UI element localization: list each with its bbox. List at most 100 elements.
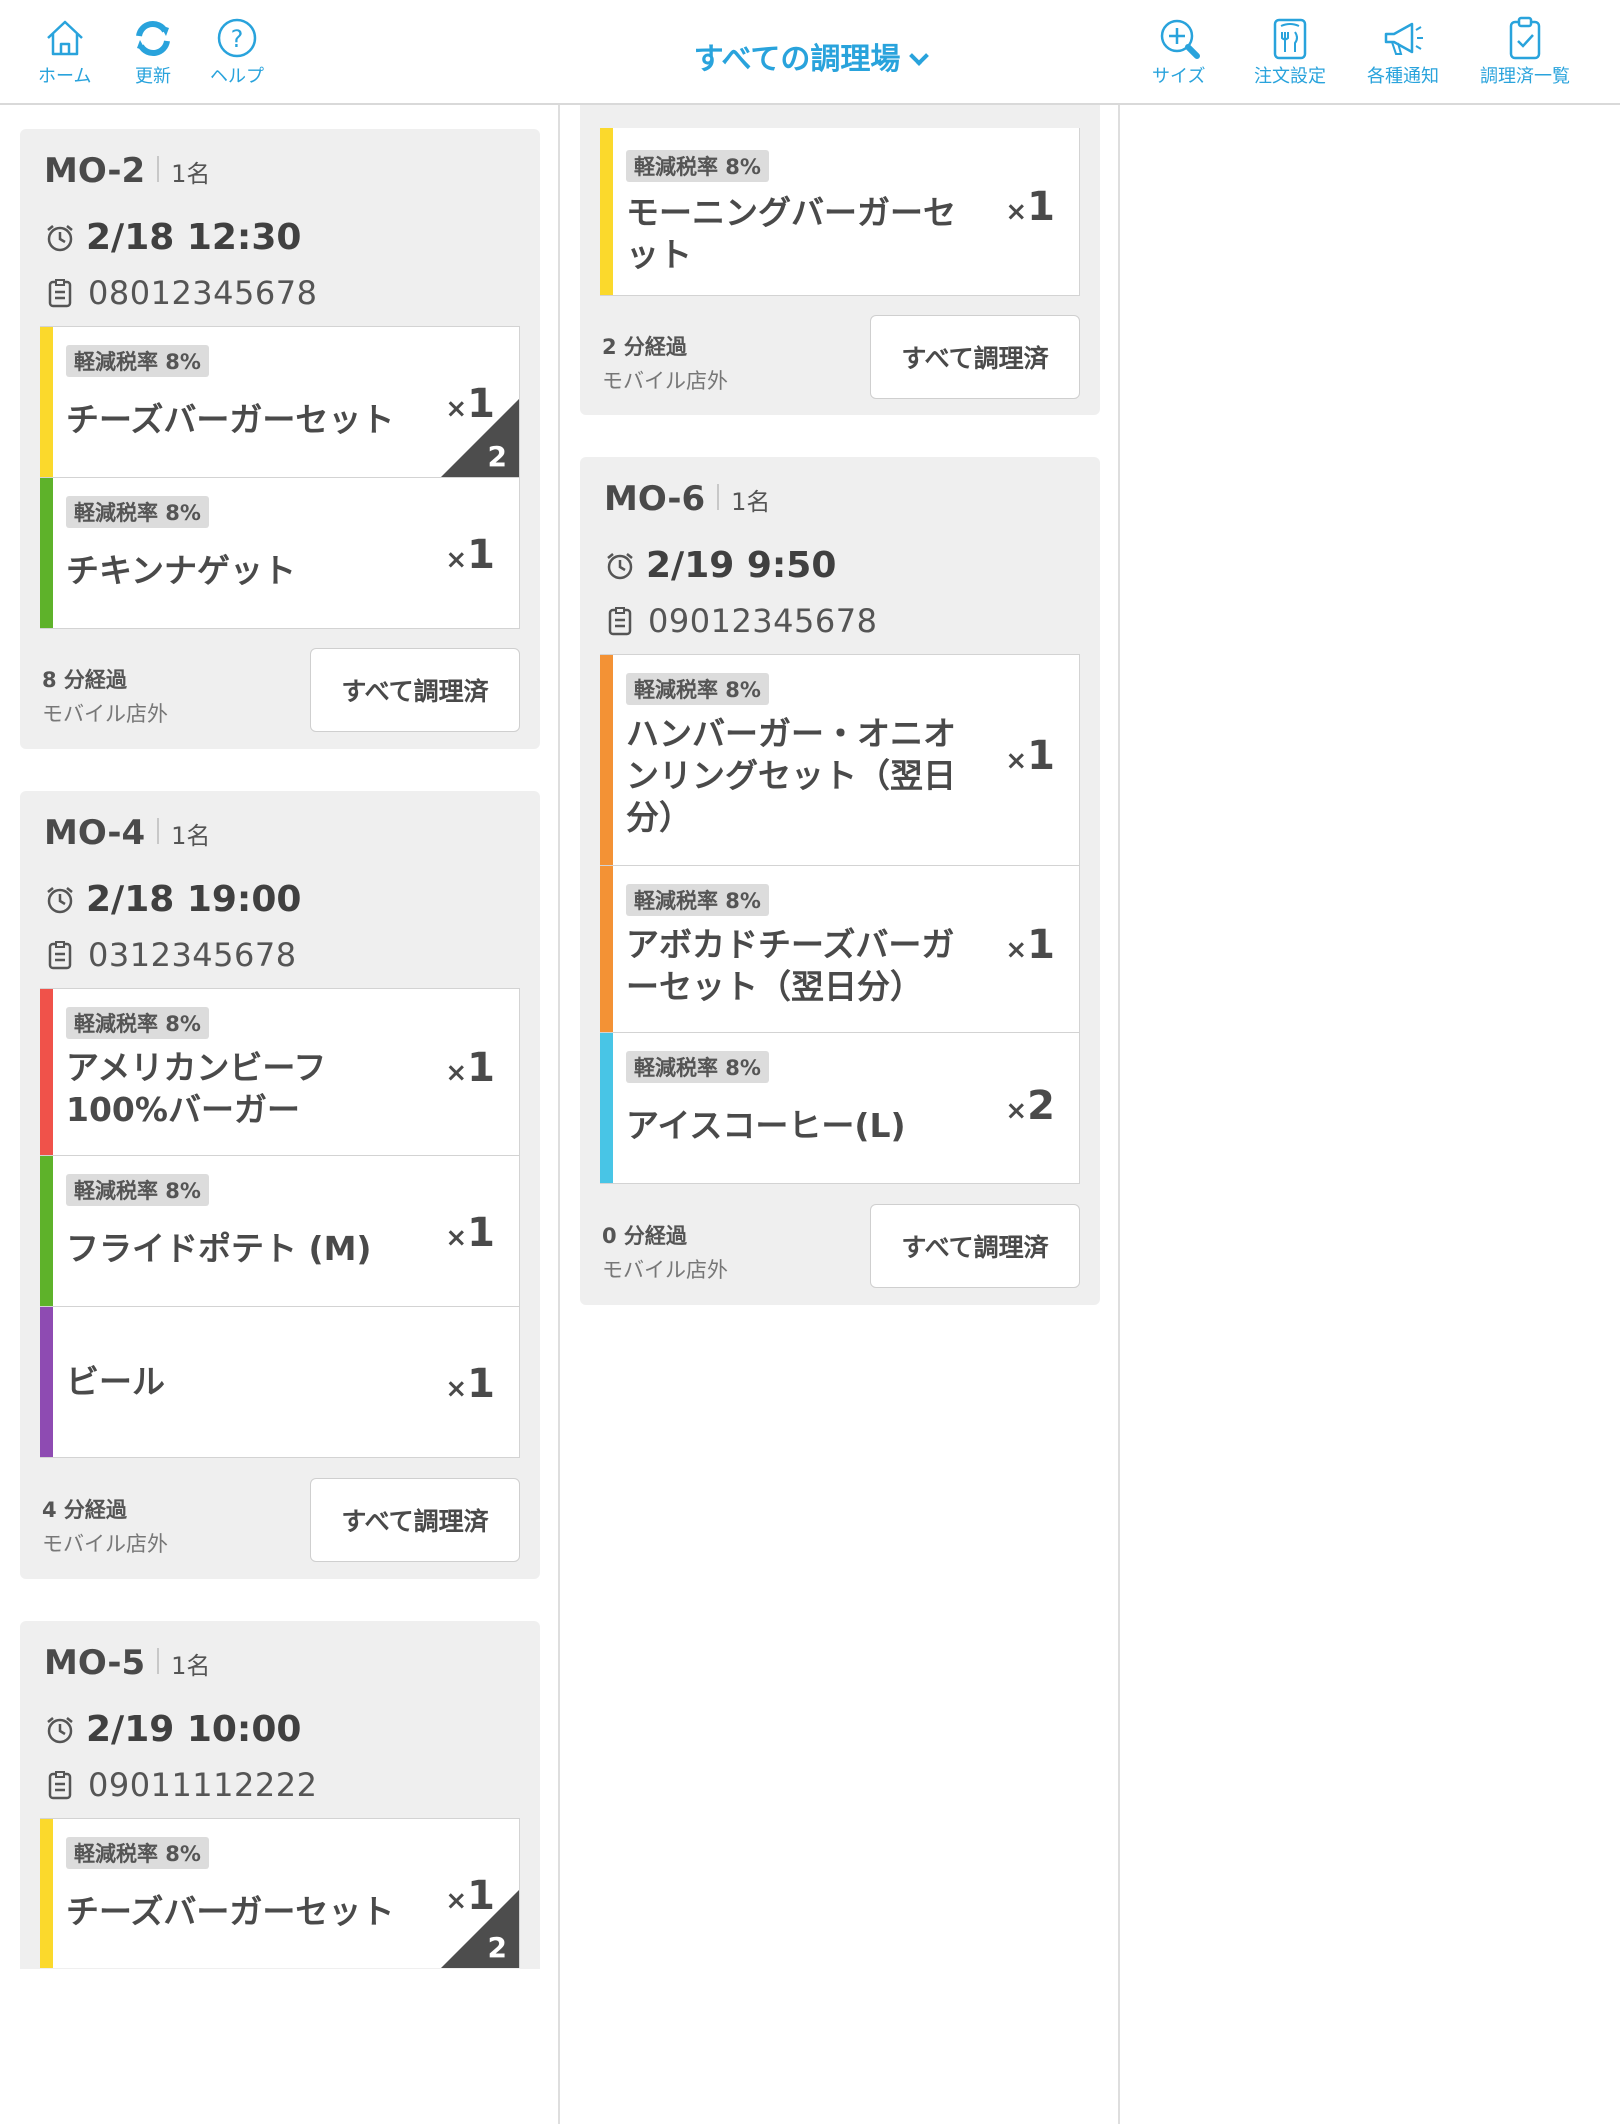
item-quantity: ×1 (445, 1210, 495, 1256)
order-footer: 4 分経過 モバイル店外 すべて調理済 (40, 1478, 520, 1564)
tax-badge: 軽減税率 8% (66, 1174, 209, 1206)
order-item[interactable]: ビール ×1 (40, 1306, 520, 1458)
megaphone-icon (1384, 22, 1423, 55)
item-quantity: ×1 (1005, 733, 1055, 779)
mark-all-cooked-button[interactable]: すべて調理済 (310, 1478, 520, 1562)
mark-all-cooked-button[interactable]: すべて調理済 (310, 648, 520, 732)
tax-badge: 軽減税率 8% (626, 150, 769, 182)
order-item[interactable]: 軽減税率 8% チーズバーガーセット ×1 2 (40, 1818, 520, 1968)
guest-count: 1名 (731, 488, 771, 516)
order-item[interactable]: 軽減税率 8% チキンナゲット ×1 (40, 477, 520, 629)
phone-number: 09012345678 (648, 602, 878, 640)
tax-badge: 軽減税率 8% (626, 1051, 769, 1083)
order-number: MO-5 (44, 1643, 146, 1683)
tax-badge: 軽減税率 8% (626, 884, 769, 916)
alarm-clock-icon (47, 886, 73, 913)
notifications-label: 各種通知 (1367, 66, 1439, 87)
order-channel: モバイル店外 (42, 1532, 168, 1556)
clipboard-icon (48, 941, 72, 970)
elapsed-time: 8 分経過 (42, 668, 127, 692)
elapsed-time: 4 分経過 (42, 1498, 127, 1522)
category-color-bar (40, 327, 53, 477)
mark-all-cooked-button[interactable]: すべて調理済 (870, 315, 1080, 399)
elapsed-time: 2 分経過 (602, 335, 687, 359)
item-quantity: ×2 (1005, 1083, 1055, 1129)
chevron-down-icon (909, 46, 930, 66)
order-phone-row: 09012345678 (604, 602, 877, 640)
order-card-mo-5: MO-5 1名 2/19 10:00 09011112222 軽減税率 8% チ… (20, 1621, 540, 1969)
notifications-button[interactable]: 各種通知 (1367, 16, 1439, 88)
alarm-clock-icon (607, 552, 633, 579)
order-time-row: 2/19 9:50 (604, 545, 836, 586)
item-name: アボカドチーズバーガーセット（翌日分） (626, 925, 955, 1006)
mark-all-cooked-button[interactable]: すべて調理済 (870, 1204, 1080, 1288)
phone-number: 09011112222 (88, 1766, 318, 1804)
item-list: 軽減税率 8% チーズバーガーセット ×1 2 (40, 1818, 520, 1968)
clipboard-check-icon (1509, 16, 1541, 60)
item-quantity: ×1 (445, 1361, 495, 1407)
item-name: ハンバーガー・オニオンリングセット（翌日分） (626, 714, 956, 837)
tax-badge: 軽減税率 8% (66, 345, 209, 377)
item-list: 軽減税率 8% チーズバーガーセット ×1 2 軽減税率 8% チキンナゲット … (40, 326, 520, 629)
item-name: モーニングバーガーセット (626, 193, 956, 274)
order-header: MO-5 1名 (44, 1643, 210, 1683)
size-button[interactable]: サイズ (1152, 16, 1205, 88)
guest-count: 1名 (171, 1652, 211, 1680)
order-item[interactable]: 軽減税率 8% モーニングバーガーセット ×1 (600, 128, 1080, 296)
order-card-mo-4: MO-4 1名 2/18 19:00 0312345678 軽減税率 8% アメ… (20, 791, 540, 1579)
order-time-row: 2/19 10:00 (44, 1709, 301, 1750)
order-card-mo-2: MO-2 1名 2/18 12:30 08012345678 軽減税率 8% チ… (20, 129, 540, 749)
category-color-bar (600, 866, 613, 1032)
divider (157, 818, 160, 844)
top-toolbar: ホーム 更新 ? ヘルプ すべての調理場 サイズ 注文設定 各種通知 調理済一覧 (0, 0, 1620, 105)
order-channel: モバイル店外 (602, 369, 728, 393)
order-item[interactable]: 軽減税率 8% アボカドチーズバーガーセット（翌日分） ×1 (600, 865, 1080, 1033)
column-divider (558, 105, 560, 2124)
item-quantity: ×1 (1005, 922, 1055, 968)
item-name: ビール (66, 1362, 165, 1401)
order-time: 2/19 9:50 (646, 545, 837, 586)
order-footer: 2 分経過 モバイル店外 すべて調理済 (600, 315, 1080, 401)
kitchen-selector-label: すべての調理場 (693, 42, 901, 77)
category-color-bar (40, 1307, 53, 1457)
divider (717, 484, 720, 510)
item-list: 軽減税率 8% アメリカンビーフ100%バーガー ×1 軽減税率 8% フライド… (40, 988, 520, 1458)
tax-badge: 軽減税率 8% (66, 1837, 209, 1869)
order-item[interactable]: 軽減税率 8% ハンバーガー・オニオンリングセット（翌日分） ×1 (600, 654, 1080, 866)
order-item[interactable]: 軽減税率 8% フライドポテト (M) ×1 (40, 1155, 520, 1307)
order-number: MO-2 (44, 151, 146, 191)
item-name: アメリカンビーフ100%バーガー (66, 1048, 327, 1129)
cooked-list-label: 調理済一覧 (1480, 66, 1570, 87)
item-list: 軽減税率 8% モーニングバーガーセット ×1 (600, 128, 1080, 296)
order-number: MO-4 (44, 813, 146, 853)
order-header: MO-6 1名 (604, 479, 770, 519)
clipboard-icon (608, 607, 632, 636)
item-name: チーズバーガーセット (66, 1892, 395, 1931)
order-footer: 0 分経過 モバイル店外 すべて調理済 (600, 1204, 1080, 1290)
divider (157, 1648, 160, 1674)
elapsed-time: 0 分経過 (602, 1224, 687, 1248)
alarm-clock-icon (47, 1716, 73, 1743)
clipboard-icon (48, 279, 72, 308)
tax-badge: 軽減税率 8% (66, 496, 209, 528)
item-name: アイスコーヒー(L) (626, 1106, 906, 1145)
order-item[interactable]: 軽減税率 8% アイスコーヒー(L) ×2 (600, 1032, 1080, 1184)
order-card-continued: 軽減税率 8% モーニングバーガーセット ×1 2 分経過 モバイル店外 すべて… (580, 105, 1100, 415)
order-time: 2/18 12:30 (86, 217, 302, 258)
guest-count: 1名 (171, 822, 211, 850)
menu-settings-icon (1273, 18, 1307, 60)
category-color-bar (40, 1819, 53, 1968)
phone-number: 0312345678 (88, 936, 297, 974)
phone-number: 08012345678 (88, 274, 318, 312)
corner-badge (441, 399, 519, 477)
alarm-clock-icon (47, 224, 73, 251)
order-header: MO-4 1名 (44, 813, 210, 853)
cooked-list-button[interactable]: 調理済一覧 (1480, 16, 1570, 88)
order-phone-row: 08012345678 (44, 274, 317, 312)
order-item[interactable]: 軽減税率 8% アメリカンビーフ100%バーガー ×1 (40, 988, 520, 1156)
order-settings-button[interactable]: 注文設定 (1254, 16, 1326, 88)
order-phone-row: 09011112222 (44, 1766, 317, 1804)
item-name: チキンナゲット (66, 551, 297, 590)
order-item[interactable]: 軽減税率 8% チーズバーガーセット ×1 2 (40, 326, 520, 478)
item-name: フライドポテト (M) (66, 1229, 372, 1268)
